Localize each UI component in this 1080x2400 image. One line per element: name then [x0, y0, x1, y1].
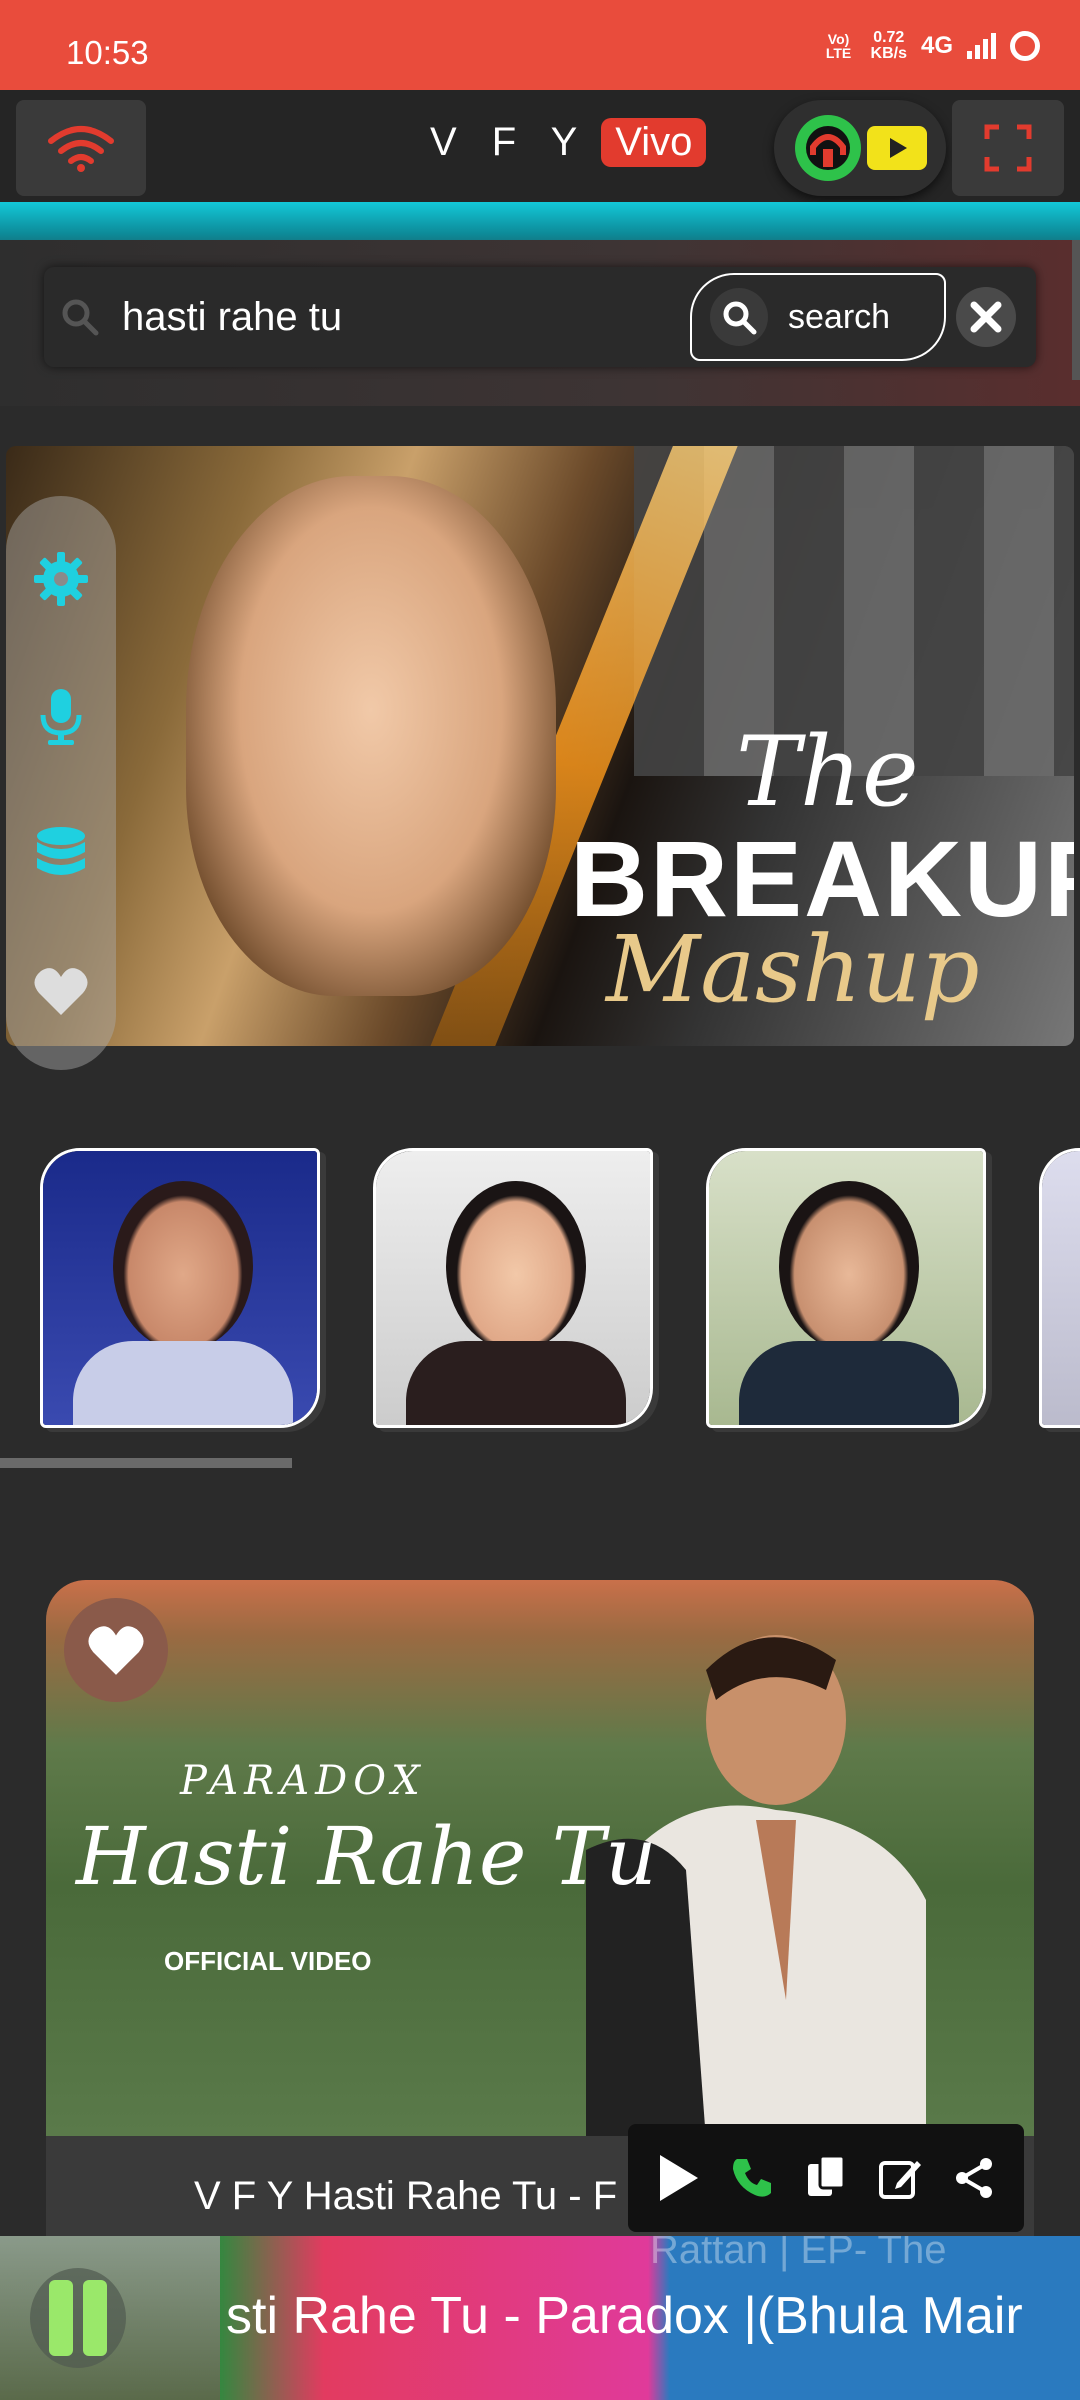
artist-shirt: [73, 1341, 293, 1425]
microphone-icon[interactable]: [36, 687, 86, 747]
share-icon[interactable]: [952, 2156, 996, 2200]
page-scrollbar[interactable]: [1072, 240, 1080, 380]
thumbnail-subtitle: OFFICIAL VIDEO: [164, 1946, 372, 1976]
network-speed: 0.72 KB/s: [871, 30, 907, 62]
app-bar: V F Y Vivo: [0, 90, 1080, 202]
app-logo: V F Y Vivo: [430, 118, 707, 167]
artist-card[interactable]: [1039, 1148, 1080, 1428]
artist-shirt: [739, 1341, 959, 1425]
status-icons: Vo) LTE 0.72 KB/s 4G: [821, 30, 1040, 62]
artist-face: [779, 1181, 919, 1351]
clock: 10:53: [66, 34, 149, 71]
artists-carousel[interactable]: [0, 1140, 1080, 1440]
banner-title-mashup: Mashup: [606, 916, 980, 1023]
speed-value: 0.72: [873, 29, 905, 46]
artist-shirt: [406, 1341, 626, 1425]
close-icon: [970, 301, 1002, 333]
thumbnail-title: Hasti Rahe Tu: [76, 1810, 657, 1903]
magnifier-icon: [723, 301, 757, 335]
artist-card[interactable]: [40, 1148, 320, 1428]
side-toolbar: [6, 496, 116, 1070]
search-bar: search: [44, 267, 1036, 367]
youtube-icon: [867, 126, 927, 170]
artist-card[interactable]: [706, 1148, 986, 1428]
fullscreen-button[interactable]: [952, 100, 1064, 196]
fullscreen-icon: [984, 124, 1032, 172]
carousel-scrollbar[interactable]: [0, 1458, 292, 1468]
mini-player[interactable]: Rattan | EP- The sti Rahe Tu - Paradox |…: [0, 2236, 1080, 2400]
signal-icon: [967, 33, 996, 59]
status-bar: 10:53 Vo) LTE 0.72 KB/s 4G: [0, 0, 1080, 90]
artist-face: [113, 1181, 253, 1351]
search-input[interactable]: [122, 287, 702, 347]
search-section: search: [0, 240, 1080, 406]
copy-icon[interactable]: [804, 2154, 848, 2202]
heart-icon[interactable]: [33, 965, 89, 1017]
pause-button[interactable]: [30, 2268, 126, 2368]
favorite-button[interactable]: [64, 1598, 168, 1702]
video-title: V F Y Hasti Rahe Tu - F: [194, 2174, 618, 2218]
player-ghost-text: Rattan | EP- The: [650, 2236, 947, 2272]
artist-card[interactable]: [373, 1148, 653, 1428]
play-icon[interactable]: [656, 2153, 700, 2203]
network-type: 4G: [920, 32, 953, 59]
artist-photo: [1042, 1151, 1080, 1425]
clear-search-button[interactable]: [956, 287, 1016, 347]
pause-icon-bar: [49, 2280, 73, 2356]
brand-badge: Vivo: [601, 118, 707, 167]
search-button-label: search: [788, 297, 891, 336]
volte-indicator: Vo) LTE: [825, 31, 852, 61]
player-track-title: sti Rahe Tu - Paradox |(Bhula Mair: [226, 2287, 1023, 2345]
thumbnail-brand: PARADOX: [180, 1758, 426, 1804]
headphones-icon: [795, 115, 861, 181]
featured-banner[interactable]: The BREAKUP Mashup: [6, 446, 1074, 1046]
phone-icon[interactable]: [729, 2155, 775, 2201]
video-actions-bar: [628, 2124, 1024, 2232]
sync-icon: [1010, 31, 1040, 61]
music-video-toggle[interactable]: [774, 100, 946, 196]
brand-text: V F Y: [430, 120, 590, 164]
pause-icon-bar: [83, 2280, 107, 2356]
edit-icon[interactable]: [877, 2155, 923, 2201]
artist-face: [446, 1181, 586, 1351]
search-button[interactable]: search: [690, 273, 946, 361]
search-button-icon-wrap: [710, 288, 768, 346]
speed-unit: KB/s: [870, 45, 907, 62]
search-icon: [62, 299, 99, 336]
video-thumbnail[interactable]: PARADOX Hasti Rahe Tu OFFICIAL VIDEO: [46, 1580, 1034, 2140]
wifi-icon: [48, 126, 114, 172]
database-icon[interactable]: [34, 826, 88, 886]
wifi-button[interactable]: [16, 100, 146, 196]
gear-icon[interactable]: [32, 550, 90, 608]
heart-icon: [88, 1626, 144, 1675]
banner-title-the: The: [736, 716, 919, 828]
banner-portrait: [186, 476, 556, 996]
